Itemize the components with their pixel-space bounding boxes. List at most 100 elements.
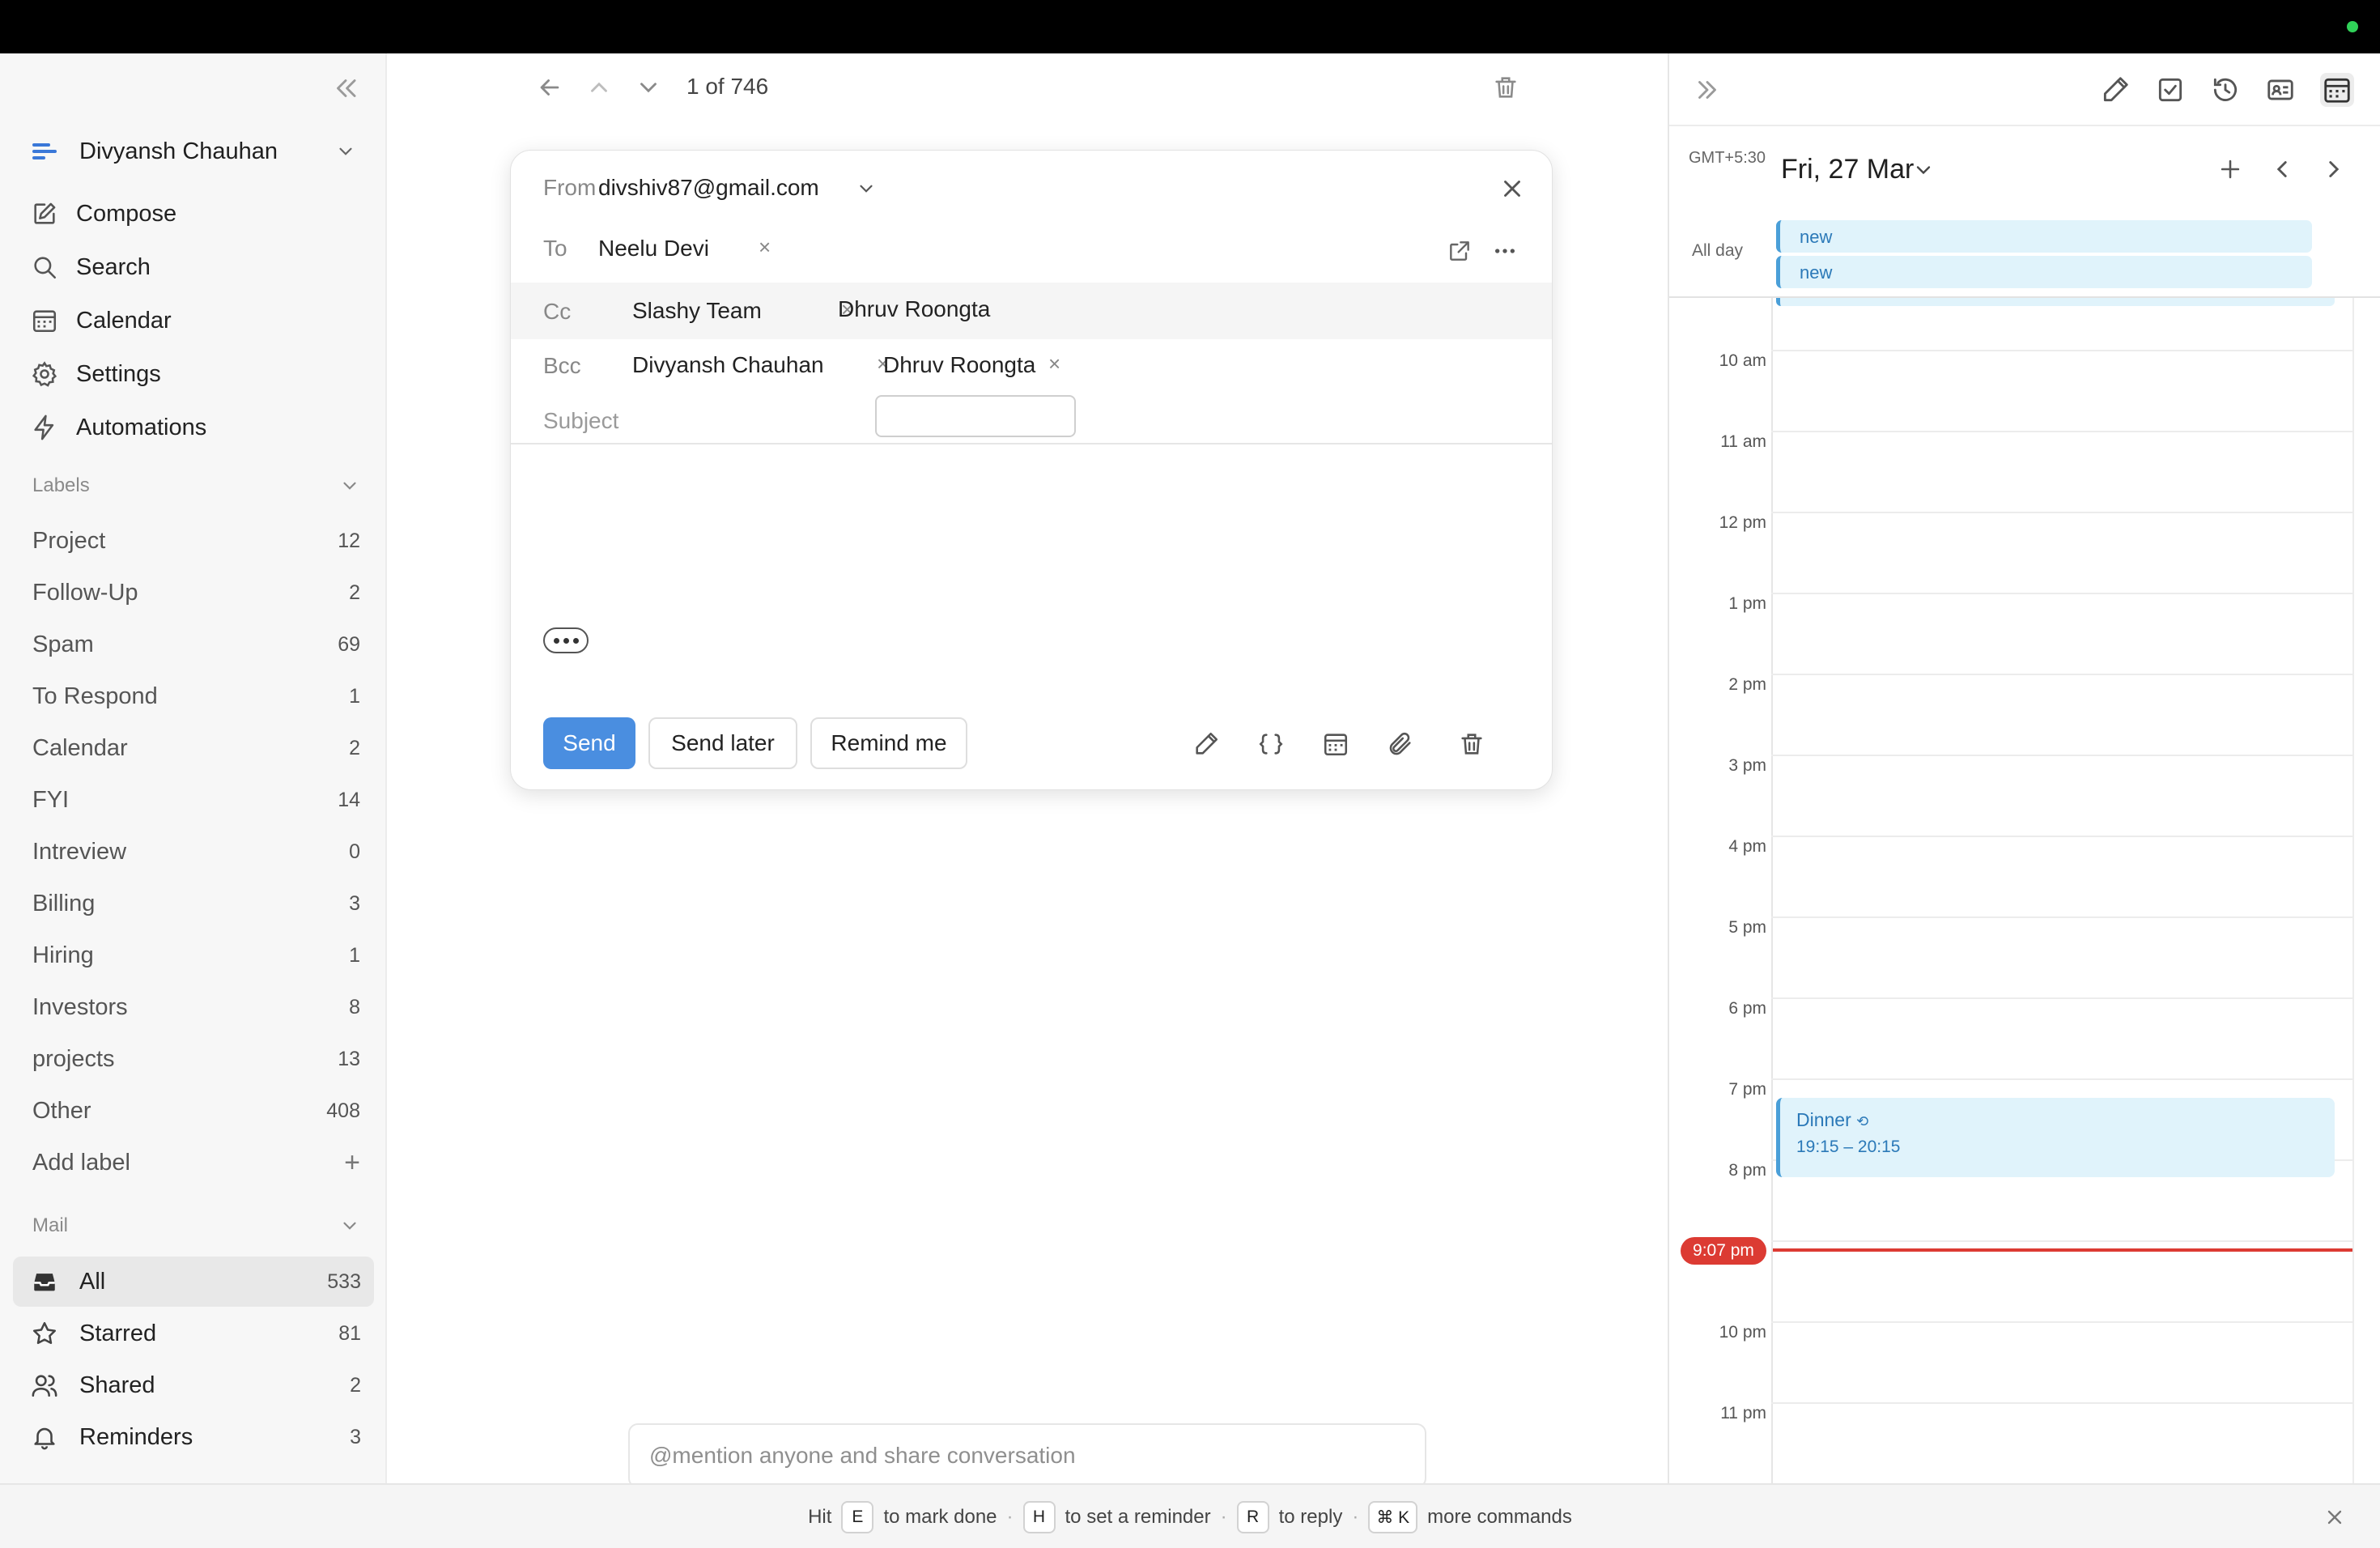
mail-item-count: 2 [350,1373,361,1397]
all-day-event[interactable]: new [1776,256,2312,288]
hour-label: 12 pm [1719,513,1766,532]
label-name: Intreview [32,838,127,865]
cc-chip[interactable]: Slashy Team [632,298,762,324]
subject-input[interactable]: Subject [543,408,618,434]
mail-item-count: 533 [327,1269,361,1293]
hour-line [1771,512,2352,513]
nav-settings[interactable]: Settings [31,351,371,398]
nav-automations[interactable]: Automations [31,404,371,451]
label-item[interactable]: projects 13 [32,1040,360,1078]
cc-input[interactable]: Dhruv Roongta [838,296,990,322]
add-label-text: Add label [32,1149,130,1176]
collapse-sidebar-icon[interactable] [330,73,361,104]
mail-item-reminders[interactable]: Reminders 3 [13,1412,374,1462]
separator: · [1220,1506,1227,1528]
account-switcher[interactable]: Divyansh Chauhan [32,131,364,172]
event-above-view[interactable] [1776,298,2335,306]
label-item[interactable]: Billing 3 [32,884,360,923]
hour-label: 11 pm [1720,1404,1766,1423]
all-day-event[interactable]: new [1776,220,2312,253]
label-item[interactable]: To Respond 1 [32,677,360,716]
label-item[interactable]: Other 408 [32,1091,360,1130]
close-icon[interactable] [2323,1506,2346,1529]
label-name: Calendar [32,734,128,761]
bcc-chip[interactable]: Divyansh Chauhan [632,352,824,378]
plus-icon: + [344,1147,360,1178]
calendar-view-icon[interactable] [2320,73,2354,107]
pen-icon[interactable] [1192,730,1220,758]
hour-line [1771,431,2352,432]
pen-icon[interactable] [2100,74,2131,105]
nav-compose[interactable]: Compose [31,190,371,237]
from-field[interactable]: divshiv87@gmail.com [598,175,819,201]
hour-label: 5 pm [1728,918,1766,937]
mail-item-label: Shared [79,1372,155,1398]
hour-line [1771,593,2352,594]
nav-calendar-label: Calendar [76,307,172,334]
bcc-chip[interactable]: Dhruv Roongta [883,352,1035,378]
label-item[interactable]: Spam 69 [32,625,360,664]
mail-section-header[interactable]: Mail [32,1210,360,1242]
chevron-down-icon[interactable] [635,74,662,101]
label-count: 1 [349,943,360,967]
add-event-icon[interactable] [2216,155,2244,183]
nav-calendar[interactable]: Calendar [31,297,371,344]
separator: · [1352,1506,1359,1528]
to-chip[interactable]: Neelu Devi [598,236,709,262]
trash-icon[interactable] [1492,74,1519,101]
account-logo-icon [32,143,57,159]
mention-input[interactable]: @mention anyone and share conversation [628,1423,1426,1488]
remove-chip-icon[interactable]: × [1048,351,1060,376]
more-options-icon[interactable] [1492,238,1518,264]
sidebar: Divyansh Chauhan Compose Search Calendar… [0,53,387,1483]
send-later-button[interactable]: Send later [648,717,797,769]
expand-panel-icon[interactable] [1692,74,1723,105]
mail-item-all[interactable]: All 533 [13,1257,374,1307]
nav-compose-label: Compose [76,200,177,227]
close-icon[interactable] [1498,175,1526,202]
label-item[interactable]: Hiring 1 [32,936,360,975]
labels-section-header[interactable]: Labels [32,470,360,502]
add-label-button[interactable]: Add label + [32,1143,360,1182]
chevron-down-icon[interactable] [1912,159,1935,181]
template-braces-icon[interactable] [1257,730,1285,758]
separator: · [1006,1506,1014,1528]
trash-icon[interactable] [1458,730,1485,758]
key-cmd-k: ⌘ K [1368,1501,1418,1533]
label-item[interactable]: Investors 8 [32,988,360,1027]
checkbox-icon[interactable] [2155,74,2186,105]
hour-line [1771,997,2352,999]
mail-item-shared[interactable]: Shared 2 [13,1360,374,1410]
chevron-down-icon[interactable] [856,178,877,199]
calendar-date[interactable]: Fri, 27 Mar [1781,154,1914,185]
nav-search[interactable]: Search [31,244,371,291]
hour-label: 3 pm [1728,756,1766,775]
history-icon[interactable] [2210,74,2241,105]
mail-item-starred[interactable]: Starred 81 [13,1308,374,1359]
send-button[interactable]: Send [543,717,635,769]
label-name: FYI [32,786,70,813]
contact-card-icon[interactable] [2265,74,2296,105]
attachment-icon[interactable] [1387,730,1414,758]
previous-day-icon[interactable] [2268,155,2296,183]
label-item[interactable]: Calendar 2 [32,729,360,768]
chevron-down-icon[interactable] [335,141,356,162]
label-item[interactable]: Project 12 [32,521,360,560]
mail-item-label: Reminders [79,1423,193,1450]
remove-chip-icon[interactable]: × [759,235,771,260]
next-day-icon[interactable] [2320,155,2348,183]
calendar-icon[interactable] [1322,730,1349,758]
remind-me-button[interactable]: Remind me [810,717,967,769]
show-quoted-button[interactable] [543,627,589,653]
label-item[interactable]: Intreview 0 [32,832,360,871]
key-r: R [1236,1501,1269,1533]
calendar-event[interactable]: Dinner ⟲ 19:15 – 20:15 [1776,1098,2335,1177]
bcc-chip-selected[interactable] [875,395,1076,437]
popout-icon[interactable] [1447,238,1473,264]
calendar-toolbar-divider [1669,125,2380,126]
back-arrow-icon[interactable] [536,74,563,101]
label-item[interactable]: Follow-Up 2 [32,573,360,612]
label-item[interactable]: FYI 14 [32,780,360,819]
mail-heading: Mail [32,1214,69,1236]
chevron-up-icon[interactable] [585,74,613,101]
